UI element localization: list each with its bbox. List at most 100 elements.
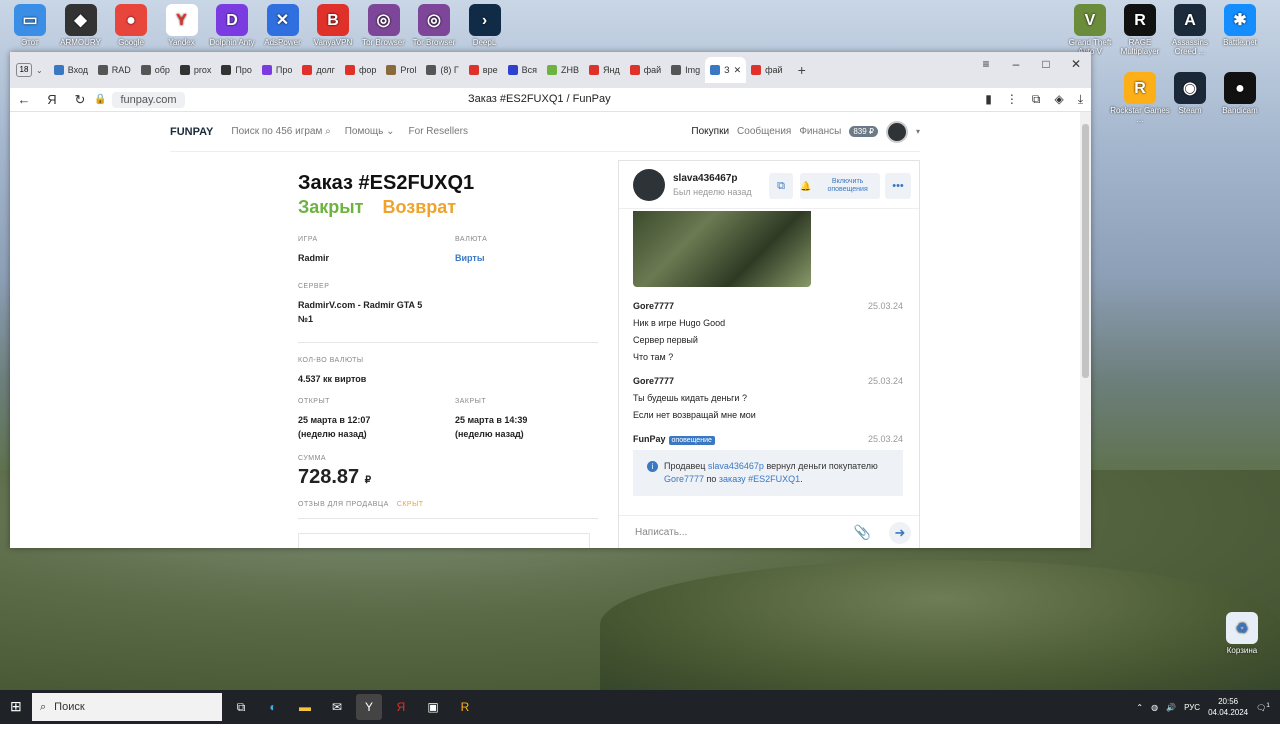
tab-label: вре bbox=[482, 65, 498, 75]
browser-tab[interactable]: З ✕ bbox=[705, 57, 747, 83]
browser-tab[interactable]: Янд bbox=[584, 57, 625, 83]
browser-tab[interactable]: обр bbox=[136, 57, 175, 83]
message-author[interactable]: Gore7777 bbox=[633, 376, 674, 386]
browser-tab[interactable]: Вся bbox=[503, 57, 542, 83]
browser-tab[interactable]: RAD bbox=[93, 57, 136, 83]
avatar[interactable] bbox=[885, 120, 908, 143]
close-tab-icon[interactable]: ✕ bbox=[734, 65, 742, 76]
browser-tab[interactable]: вре bbox=[464, 57, 503, 83]
browser-tab[interactable]: Про bbox=[257, 57, 297, 83]
buyer-link[interactable]: Gore7777 bbox=[664, 474, 704, 484]
desktop-icon[interactable]: › DeepL bbox=[455, 4, 515, 47]
desktop-icon[interactable]: ✱ Battle.net bbox=[1210, 4, 1270, 47]
messages-link[interactable]: Сообщения bbox=[737, 126, 791, 137]
server-block: СЕРВЕР RadmirV.com - Radmir GTA 5 №1 bbox=[298, 283, 438, 326]
avatar[interactable] bbox=[633, 168, 665, 201]
back-icon[interactable]: ← bbox=[10, 92, 38, 107]
menu-icon[interactable]: ≡ bbox=[971, 52, 1001, 76]
app-icon: ● bbox=[115, 4, 147, 36]
task-view-icon[interactable]: ⧉ bbox=[228, 694, 254, 720]
bookmark-icon[interactable]: ▮ bbox=[985, 92, 992, 107]
chevron-down-icon[interactable]: ▾ bbox=[916, 127, 920, 136]
browser-tab[interactable]: фай bbox=[625, 57, 666, 83]
new-tab-button[interactable]: + bbox=[798, 62, 806, 78]
recycle-bin-icon[interactable]: ♻ Корзина bbox=[1212, 612, 1272, 655]
message-input[interactable]: Написать... 📎 ➜ bbox=[619, 515, 919, 548]
tab-count[interactable]: 18 bbox=[16, 63, 32, 77]
send-button[interactable]: ➜ bbox=[889, 522, 911, 544]
search-input[interactable]: ⌕ Поиск bbox=[32, 693, 222, 721]
language-indicator[interactable]: РУС bbox=[1184, 703, 1200, 712]
desktop-icon[interactable]: ● Bandicam bbox=[1210, 72, 1270, 115]
amount-block: КОЛ-ВО ВАЛЮТЫ 4.537 кк виртов bbox=[298, 357, 598, 386]
seller-link[interactable]: slava436467p bbox=[708, 461, 764, 471]
maximize-button[interactable]: □ bbox=[1031, 52, 1061, 76]
yandex-browser-icon[interactable]: Y bbox=[356, 694, 382, 720]
system-author-wrap: FunPay оповещение bbox=[633, 434, 715, 445]
system-date: 25.03.24 bbox=[867, 434, 903, 444]
image-attachment[interactable] bbox=[633, 211, 811, 287]
browser-tab[interactable]: prox bbox=[175, 57, 217, 83]
browser-tab[interactable]: (8) Г bbox=[421, 57, 463, 83]
copy-icon[interactable]: ⧉ bbox=[769, 173, 793, 199]
volume-icon[interactable]: 🔊 bbox=[1166, 703, 1176, 712]
favicon-icon bbox=[261, 65, 272, 75]
purchases-link[interactable]: Покупки bbox=[691, 126, 729, 137]
yandex-icon[interactable]: Я bbox=[388, 694, 414, 720]
game-value[interactable]: Radmir bbox=[298, 251, 455, 265]
tab-label: RAD bbox=[111, 65, 131, 75]
browser-tab[interactable]: Prol bbox=[381, 57, 421, 83]
clock-date: 04.04.2024 bbox=[1208, 708, 1249, 717]
rockstar-icon[interactable]: R bbox=[452, 694, 478, 720]
yandex-icon[interactable]: Я bbox=[38, 92, 66, 107]
extension-icon[interactable]: ◈ bbox=[1054, 92, 1063, 107]
scrollbar[interactable] bbox=[1080, 112, 1091, 548]
message-text: Если нет возвращай мне мои bbox=[633, 410, 756, 420]
currency-value[interactable]: Вирты bbox=[455, 251, 487, 265]
more-icon[interactable]: ⋮ bbox=[1006, 92, 1018, 107]
edge-icon[interactable]: ◐ bbox=[260, 694, 286, 720]
resellers-link[interactable]: For Resellers bbox=[409, 126, 468, 137]
message-author[interactable]: Gore7777 bbox=[633, 301, 674, 311]
browser-tab[interactable]: Про bbox=[216, 57, 256, 83]
browser-tab[interactable]: Img bbox=[666, 57, 705, 83]
chevron-up-icon[interactable]: ⌃ bbox=[1136, 703, 1143, 712]
download-icon[interactable]: ⤓ bbox=[1078, 92, 1083, 107]
desktop-icon-label: Steam bbox=[1178, 106, 1202, 115]
explorer-icon[interactable]: ▬ bbox=[292, 694, 318, 720]
browser-tab[interactable]: долг bbox=[297, 57, 340, 83]
browser-tab[interactable]: фор bbox=[340, 57, 381, 83]
chevron-down-icon[interactable]: ⌄ bbox=[36, 66, 43, 75]
collections-icon[interactable]: ⧉ bbox=[1032, 92, 1041, 107]
more-icon[interactable]: ••• bbox=[885, 173, 911, 199]
message-text: Что там ? bbox=[633, 352, 674, 362]
chat-username[interactable]: slava436467p bbox=[673, 173, 752, 184]
system-message-header: FunPay оповещение 25.03.24 bbox=[633, 434, 903, 445]
clock[interactable]: 20:56 04.04.2024 bbox=[1208, 696, 1248, 718]
browser-tab[interactable]: Вход bbox=[49, 57, 93, 83]
funpay-logo[interactable]: FUNPAY bbox=[170, 126, 213, 138]
status-refund: Возврат bbox=[382, 197, 457, 217]
scrollbar-thumb[interactable] bbox=[1082, 124, 1089, 378]
notifications-icon[interactable]: 🗨1 bbox=[1256, 702, 1270, 713]
tabs: Вход RAD обр prox Про Про долг фор Prol (8) Г вре В… bbox=[49, 57, 788, 83]
mail-icon[interactable]: ✉ bbox=[324, 694, 350, 720]
desktop-icon-label: Yandex bbox=[168, 38, 195, 47]
chat-user-info: slava436467p Был неделю назад bbox=[673, 173, 752, 197]
help-menu[interactable]: Помощь ⌄ bbox=[345, 126, 395, 137]
minimize-button[interactable]: – bbox=[1001, 52, 1031, 76]
windows-start-icon[interactable]: ⊞ bbox=[10, 698, 22, 715]
close-button[interactable]: ✕ bbox=[1061, 52, 1091, 76]
chat-last-seen: Был неделю назад bbox=[673, 186, 752, 197]
network-icon[interactable]: ◍ bbox=[1151, 703, 1158, 712]
photos-icon[interactable]: ▣ bbox=[420, 694, 446, 720]
notify-button[interactable]: 🔔 Включить оповещения bbox=[800, 173, 880, 199]
url-field[interactable]: funpay.com bbox=[112, 91, 185, 108]
reload-icon[interactable]: ↻ bbox=[66, 92, 94, 108]
search-link[interactable]: Поиск по 456 играм ⌕ bbox=[231, 126, 330, 137]
attach-icon[interactable]: 📎 bbox=[854, 524, 871, 541]
order-link[interactable]: заказу #ES2FUXQ1 bbox=[719, 474, 800, 484]
finance-link[interactable]: Финансы bbox=[799, 126, 841, 137]
browser-tab[interactable]: ZHB bbox=[542, 57, 584, 83]
browser-tab[interactable]: фай bbox=[746, 57, 787, 83]
